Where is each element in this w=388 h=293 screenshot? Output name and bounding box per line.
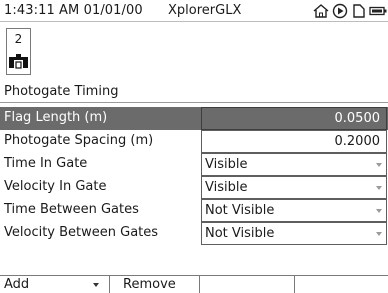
property-label: Velocity In Gate [4,179,107,194]
property-row-photogate-spacing[interactable]: Photogate Spacing (m) 0.2000 [0,130,388,153]
property-value: Not Visible [205,226,275,241]
sensor-badge[interactable]: 2 [6,28,31,75]
property-label: Velocity Between Gates [4,225,159,240]
velocity-in-gate-dropdown[interactable]: Visible [201,176,387,199]
chevron-down-icon[interactable] [376,209,382,213]
clock: 1:43:11 AM 01/01/00 [4,3,143,18]
time-in-gate-dropdown[interactable]: Visible [201,153,387,176]
section-title: Photogate Timing [4,84,119,99]
file-icon[interactable] [352,3,366,19]
property-value: Visible [205,180,248,195]
home-icon[interactable] [312,3,330,19]
property-row-velocity-in-gate[interactable]: Velocity In Gate Visible [0,176,388,199]
flag-length-field[interactable]: 0.0500 [201,107,387,130]
softkey-3[interactable] [200,276,295,293]
add-softkey-label: Add [4,277,30,292]
time-between-gates-dropdown[interactable]: Not Visible [201,199,387,222]
photogate-icon [9,54,28,69]
sensor-number: 2 [14,32,23,46]
status-icons [312,3,388,19]
property-value: Not Visible [205,203,275,218]
play-icon[interactable] [332,3,348,19]
property-label: Time Between Gates [4,202,139,217]
property-label: Photogate Spacing (m) [4,133,154,148]
property-row-time-between-gates[interactable]: Time Between Gates Not Visible [0,199,388,222]
chevron-down-icon[interactable] [376,163,382,167]
chevron-down-icon [93,283,99,287]
property-label: Time In Gate [4,156,88,171]
property-value: Visible [205,157,248,172]
divider [0,102,388,103]
property-row-time-in-gate[interactable]: Time In Gate Visible [0,153,388,176]
property-value: 0.0500 [334,111,381,126]
battery-icon [369,6,387,16]
softkey-4[interactable] [295,276,388,293]
chevron-down-icon[interactable] [376,232,382,236]
chevron-down-icon[interactable] [376,186,382,190]
status-bar: 1:43:11 AM 01/01/00 XplorerGLX [0,0,388,22]
add-softkey[interactable]: Add [0,276,110,293]
app-name: XplorerGLX [168,3,242,18]
property-row-velocity-between-gates[interactable]: Velocity Between Gates Not Visible [0,222,388,245]
photogate-spacing-field[interactable]: 0.2000 [201,130,387,153]
property-row-flag-length[interactable]: Flag Length (m) 0.0500 [0,107,388,130]
property-value: 0.2000 [334,134,381,149]
remove-softkey[interactable]: Remove [110,276,200,293]
remove-softkey-label: Remove [123,277,176,292]
softkey-bar: Add Remove [0,275,388,293]
velocity-between-gates-dropdown[interactable]: Not Visible [201,222,387,245]
property-label: Flag Length (m) [4,110,108,125]
